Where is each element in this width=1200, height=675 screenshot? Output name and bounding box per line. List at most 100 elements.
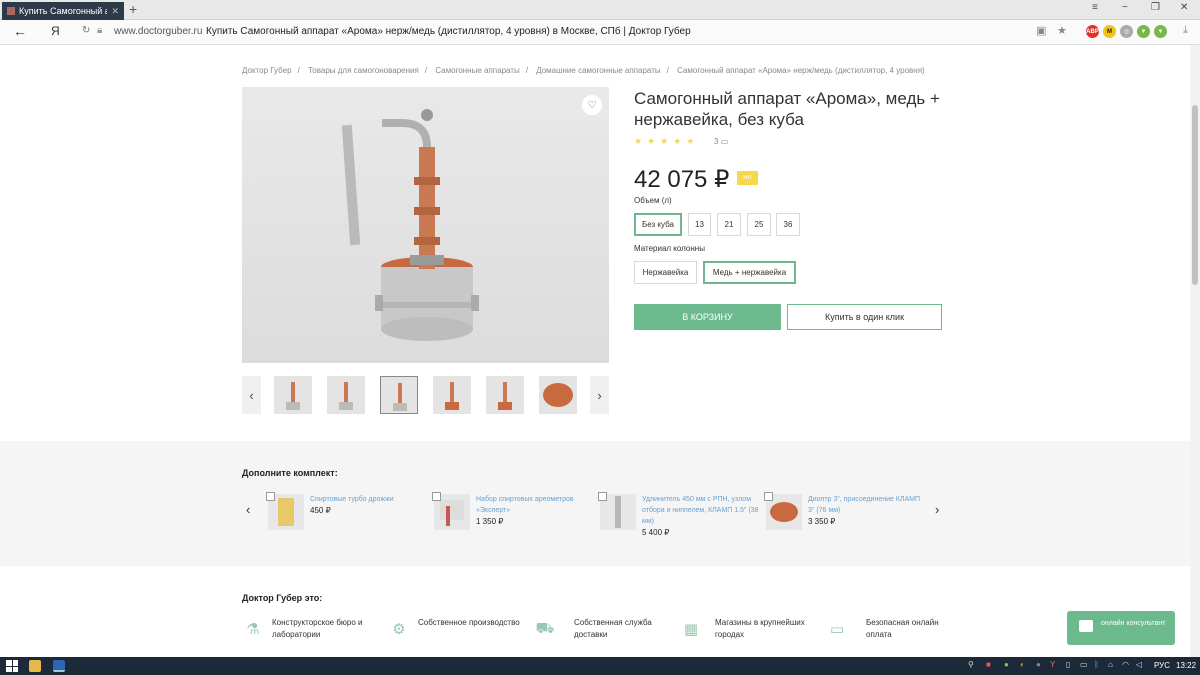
favorite-heart-icon[interactable]: ♡ <box>582 95 602 115</box>
yandex-browser-taskbar-icon[interactable] <box>53 660 65 672</box>
card-icon: ▭ <box>829 621 845 638</box>
breadcrumb-link[interactable]: Самогонные аппараты <box>435 66 519 75</box>
thumbnail-image[interactable] <box>274 376 312 414</box>
thumbnail-image[interactable] <box>486 376 524 414</box>
yandex-tray-icon[interactable]: Y <box>1050 660 1055 672</box>
complement-checkbox[interactable] <box>764 492 773 501</box>
reviews-count[interactable]: 3 ▭ <box>714 137 728 146</box>
tray-app-icon[interactable]: ● <box>1036 660 1041 672</box>
complement-item-name[interactable]: Удлинитель 450 мм с РПН, узлом отбора и … <box>642 494 762 527</box>
maximize-button[interactable]: ❐ <box>1151 2 1160 13</box>
hidden-icons-icon[interactable]: ⌂ <box>1108 660 1113 672</box>
product-main-image[interactable] <box>242 87 609 363</box>
wifi-icon[interactable]: ◠ <box>1122 660 1129 672</box>
tray-app-icon[interactable]: ● <box>1004 660 1009 672</box>
new-tab-button[interactable]: + <box>129 1 137 17</box>
yandex-logo[interactable]: Я <box>51 24 60 38</box>
complement-item-name[interactable]: Набор спиртовых ареометров «Эксперт» <box>476 494 596 516</box>
breadcrumb-link[interactable]: Домашние самогонные аппараты <box>536 66 660 75</box>
thumbnail-still <box>339 382 353 410</box>
page-scrollbar[interactable] <box>1190 45 1200 657</box>
favicon-icon <box>7 7 15 15</box>
network-icon[interactable]: ▭ <box>1080 660 1088 672</box>
chat-icon <box>1079 620 1093 632</box>
bookmark-star-icon[interactable]: ★ <box>1057 24 1067 37</box>
download-manager-icon[interactable]: ⤓ <box>1183 24 1188 37</box>
complement-item-name[interactable]: Спиртовые турбо дрожжи <box>310 494 430 505</box>
tray-app-icon[interactable]: ◐ <box>1020 660 1025 672</box>
url-field[interactable]: www.doctorguber.ru <box>114 26 202 37</box>
complement-checkbox[interactable] <box>598 492 607 501</box>
reload-icon[interactable]: ↻ <box>82 25 90 36</box>
add-to-cart-button[interactable]: В КОРЗИНУ <box>634 304 781 330</box>
complement-checkbox[interactable] <box>266 492 275 501</box>
reader-mode-icon[interactable]: ▣ <box>1036 24 1046 37</box>
extension-m-icon[interactable]: M <box>1103 25 1116 38</box>
globe-icon[interactable]: ◎ <box>1120 25 1133 38</box>
windows-start-icon[interactable] <box>6 660 18 672</box>
feature-text: Собственная служба доставки <box>574 618 652 639</box>
comment-icon: ▭ <box>720 137 729 146</box>
thumbnail-image[interactable] <box>327 376 365 414</box>
complement-prev-button[interactable]: ‹ <box>246 502 250 517</box>
complement-item-price: 1 350 ₽ <box>476 517 504 526</box>
bluetooth-icon[interactable]: ᛒ <box>1094 660 1099 672</box>
thumbnail-image[interactable] <box>539 376 577 414</box>
complement-checkbox[interactable] <box>432 492 441 501</box>
complement-item-price: 450 ₽ <box>310 506 331 515</box>
back-button[interactable]: ← <box>13 23 27 39</box>
complement-next-button[interactable]: › <box>935 502 939 517</box>
volume-option-36[interactable]: 36 <box>776 213 800 236</box>
minimize-button[interactable]: − <box>1122 2 1128 13</box>
usb-icon[interactable]: ▯ <box>1066 660 1070 672</box>
file-explorer-icon[interactable] <box>29 660 41 672</box>
feature-text: Безопасная онлайн оплата <box>866 618 939 639</box>
volume-option-25[interactable]: 25 <box>747 213 771 236</box>
complement-item-price: 3 350 ₽ <box>808 517 836 526</box>
thumbnail-still <box>445 382 459 410</box>
tab-close-icon[interactable]: ✕ <box>111 6 119 17</box>
tab-title: Купить Самогонный ап <box>19 6 108 16</box>
thumbnail-still <box>286 382 300 410</box>
close-window-button[interactable]: ✕ <box>1180 2 1188 13</box>
breadcrumb-link[interactable]: Товары для самогоноварения <box>308 66 419 75</box>
complement-title: Дополните комплект: <box>242 468 338 478</box>
language-indicator[interactable]: РУС <box>1154 661 1170 670</box>
online-consultant-button[interactable]: онлайн консультант <box>1067 611 1175 645</box>
scrollbar-thumb[interactable] <box>1192 105 1198 285</box>
download-icon[interactable]: ▼ <box>1137 25 1150 38</box>
still-illustration <box>341 109 479 341</box>
complement-item-name[interactable]: Диоптр 3", присоединение КЛАМП 3" (76 мм… <box>808 494 928 516</box>
breadcrumb: Доктор Губер / Товары для самогоноварения… <box>242 66 925 75</box>
about-title: Доктор Губер это: <box>242 593 323 603</box>
product-title: Самогонный аппарат «Арома», медь + нержа… <box>634 89 940 129</box>
address-page-title[interactable]: Купить Самогонный аппарат «Арома» нерж/м… <box>206 26 691 37</box>
complement-item: Набор спиртовых ареометров «Эксперт» 1 3… <box>432 492 592 542</box>
complement-item-price: 5 400 ₽ <box>642 528 670 537</box>
adblock-icon[interactable]: ABP <box>1086 25 1099 38</box>
browser-tab[interactable]: Купить Самогонный ап ✕ <box>2 2 124 20</box>
material-option-copper-steel[interactable]: Медь + нержавейка <box>703 261 796 284</box>
thumbnail-image[interactable] <box>433 376 471 414</box>
material-option-steel[interactable]: Нержавейка <box>634 261 697 284</box>
store-icon: ▦ <box>683 621 699 638</box>
breadcrumb-current: Самогонный аппарат «Арома» нерж/медь (ди… <box>677 66 925 75</box>
thumbnails-prev-button[interactable]: ‹ <box>242 376 261 414</box>
volume-option-no-cube[interactable]: Без куба <box>634 213 682 236</box>
rating-stars[interactable]: ★★★★★ <box>634 136 699 147</box>
thumbnails-next-button[interactable]: › <box>590 376 609 414</box>
breadcrumb-link[interactable]: Доктор Губер <box>242 66 292 75</box>
thumbnail-image-active[interactable] <box>380 376 418 414</box>
download-2-icon[interactable]: ▼ <box>1154 25 1167 38</box>
volume-option-21[interactable]: 21 <box>717 213 741 236</box>
volume-icon[interactable]: ◁ <box>1136 660 1142 672</box>
menu-button[interactable]: ≡ <box>1092 2 1098 13</box>
browser-tabbar: Купить Самогонный ап ✕ + ≡ − ❐ ✕ <box>0 0 1200 20</box>
tray-app-icon[interactable]: ■ <box>986 660 991 672</box>
lock-icon[interactable]: 🔒︎ <box>97 25 102 36</box>
people-icon[interactable]: ⚲ <box>968 660 974 672</box>
volume-option-13[interactable]: 13 <box>688 213 711 236</box>
buy-one-click-button[interactable]: Купить в один клик <box>787 304 942 330</box>
clock[interactable]: 13:22 <box>1176 661 1196 670</box>
volume-label: Объем (л) <box>634 196 672 205</box>
